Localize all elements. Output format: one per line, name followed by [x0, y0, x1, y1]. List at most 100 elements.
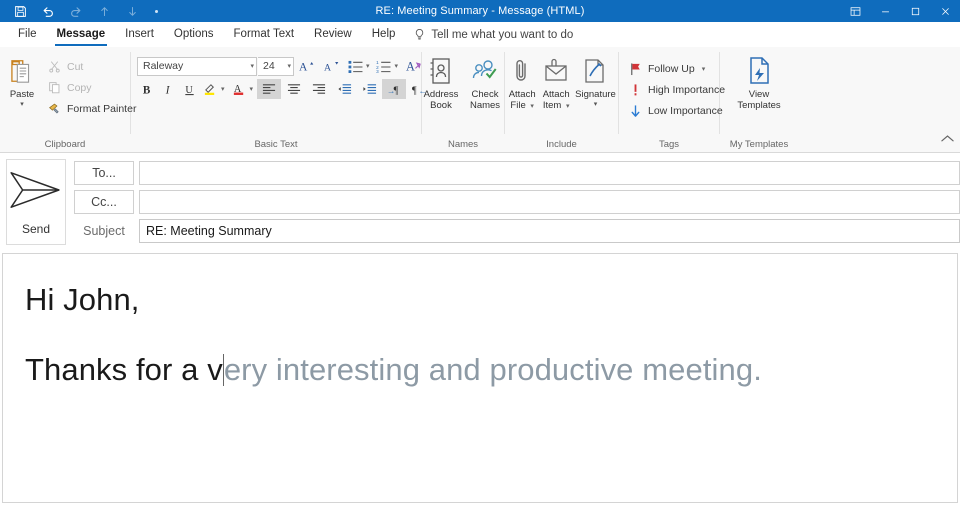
underline-icon[interactable]: U — [179, 79, 199, 99]
body-paragraph-greeting: Hi John, — [25, 282, 140, 317]
send-plane-icon — [9, 169, 63, 216]
bullets-caret-icon[interactable]: ▾ — [365, 62, 373, 70]
tab-insert[interactable]: Insert — [115, 22, 164, 47]
cc-button[interactable]: Cc... — [74, 189, 134, 214]
align-center-icon[interactable] — [282, 79, 306, 99]
font-color-icon[interactable]: A — [229, 79, 249, 99]
tell-me-search[interactable]: Tell me what you want to do — [413, 28, 573, 41]
group-label-tags: Tags — [658, 139, 680, 150]
check-names-button[interactable]: Check Names — [463, 52, 507, 111]
align-right-icon[interactable] — [307, 79, 331, 99]
font-name-input[interactable]: Raleway ▾ — [137, 56, 257, 76]
tab-message[interactable]: Message — [47, 22, 116, 47]
message-body-editor[interactable]: Hi John, Thanks for a very interesting a… — [2, 253, 958, 503]
compose-header: Send To... Cc... Subject RE: Meeting Sum… — [0, 153, 960, 253]
view-templates-label-1: View — [748, 89, 770, 100]
maximize-button[interactable] — [900, 0, 930, 22]
subject-label: Subject — [83, 223, 125, 238]
view-templates-button[interactable]: View Templates — [731, 52, 786, 111]
previous-item-icon — [90, 0, 118, 22]
decrease-indent-icon[interactable] — [332, 79, 356, 99]
bullet-list-icon[interactable] — [345, 56, 365, 76]
view-templates-icon — [745, 55, 773, 87]
font-size-input[interactable]: 24 ▾ — [258, 56, 294, 76]
attach-item-label-1: Attach — [542, 89, 570, 100]
minimize-button[interactable] — [870, 0, 900, 22]
font-row: Raleway ▾ 24 ▾ A A ▾ 1 2 3 ▾ A — [137, 56, 431, 76]
suggested-text[interactable]: ery interesting and productive meeting. — [224, 352, 762, 387]
lightbulb-icon — [413, 28, 426, 41]
highlight-caret-icon[interactable]: ▾ — [220, 85, 228, 93]
collapse-ribbon-button[interactable] — [941, 130, 954, 148]
outlook-compose-window: RE: Meeting Summary - Message (HTML) Fil… — [0, 0, 960, 505]
customize-quick-access-toolbar-icon[interactable] — [146, 0, 166, 22]
signature-caret-icon[interactable]: ▾ — [594, 101, 598, 108]
attach-item-button[interactable]: Attach Item ▾ — [539, 52, 573, 112]
address-book-button[interactable]: Address Book — [419, 52, 463, 111]
save-icon[interactable] — [6, 0, 34, 22]
title-bar: RE: Meeting Summary - Message (HTML) — [0, 0, 960, 22]
group-label-clipboard: Clipboard — [44, 139, 86, 150]
font-color-button[interactable]: A ▾ — [229, 79, 257, 99]
highlight-icon[interactable] — [200, 79, 220, 99]
tell-me-label: Tell me what you want to do — [431, 28, 574, 41]
ribbon-tab-bar: File Message Insert Options Format Text … — [0, 22, 960, 47]
low-importance-label: Low Importance — [648, 104, 723, 117]
tab-review[interactable]: Review — [304, 22, 362, 47]
low-importance-button[interactable]: Low Importance — [625, 100, 731, 121]
svg-text:¶: ¶ — [412, 85, 417, 96]
shrink-font-icon[interactable]: A — [320, 56, 344, 76]
send-label: Send — [21, 221, 51, 236]
check-names-icon — [471, 55, 499, 87]
format-painter-button[interactable]: Format Painter — [44, 98, 142, 119]
to-input[interactable] — [139, 160, 960, 185]
window-controls — [840, 0, 960, 22]
attach-item-caret-icon[interactable]: ▾ — [564, 103, 570, 110]
follow-up-caret-icon[interactable]: ▾ — [700, 65, 706, 73]
undo-icon[interactable] — [34, 0, 62, 22]
to-button[interactable]: To... — [74, 160, 134, 185]
ribbon-group-tags: Follow Up ▾ High Importance Low Importan… — [619, 47, 725, 153]
copy-button: Copy — [44, 77, 142, 98]
attach-file-caret-icon[interactable]: ▾ — [528, 103, 534, 110]
bold-icon[interactable]: B — [137, 79, 157, 99]
paste-caret-icon[interactable]: ▾ — [20, 101, 24, 108]
numbering-caret-icon[interactable]: ▾ — [394, 62, 402, 70]
paste-button[interactable]: Paste ▾ — [0, 52, 44, 108]
attach-file-button[interactable]: Attach File ▾ — [505, 52, 539, 112]
cc-input[interactable] — [139, 189, 960, 214]
group-label-names: Names — [447, 139, 479, 150]
signature-label: Signature — [575, 89, 616, 100]
high-importance-icon — [628, 82, 643, 97]
grow-font-icon[interactable]: A — [295, 56, 319, 76]
scissors-icon — [47, 59, 62, 74]
numbered-list-icon[interactable]: 123 — [374, 56, 394, 76]
send-button[interactable]: Send — [6, 159, 66, 245]
tab-file[interactable]: File — [8, 22, 47, 47]
bullets-button[interactable]: ▾ — [345, 56, 373, 76]
tab-format-text[interactable]: Format Text — [224, 22, 305, 47]
numbering-button[interactable]: 123 ▾ — [374, 56, 402, 76]
high-importance-button[interactable]: High Importance — [625, 79, 731, 100]
subject-input[interactable]: RE: Meeting Summary — [139, 218, 960, 243]
ribbon-group-include: Attach File ▾ Attach Item ▾ Signature ▾ In… — [505, 47, 618, 153]
increase-indent-icon[interactable] — [357, 79, 381, 99]
ribbon-display-options-button[interactable] — [840, 0, 870, 22]
ltr-text-direction-icon[interactable]: → ¶ — [382, 79, 407, 99]
font-name-caret-icon[interactable]: ▾ — [248, 62, 254, 70]
address-book-label-1: Address — [423, 89, 459, 100]
format-painter-icon — [47, 101, 62, 116]
tab-help[interactable]: Help — [362, 22, 406, 47]
tab-options[interactable]: Options — [164, 22, 224, 47]
highlight-button[interactable]: ▾ — [200, 79, 228, 99]
signature-button[interactable]: Signature ▾ — [573, 52, 618, 108]
follow-up-button[interactable]: Follow Up ▾ — [625, 58, 731, 79]
font-color-caret-icon[interactable]: ▾ — [249, 85, 257, 93]
group-label-my-templates: My Templates — [729, 139, 789, 150]
close-button[interactable] — [930, 0, 960, 22]
align-left-icon[interactable] — [257, 79, 282, 99]
italic-icon[interactable]: I — [158, 79, 178, 99]
font-size-caret-icon[interactable]: ▾ — [285, 62, 291, 70]
attach-file-label-2: File — [510, 100, 526, 111]
format-row: B I U ▾ A ▾ → ¶ ¶ ← — [137, 79, 431, 99]
